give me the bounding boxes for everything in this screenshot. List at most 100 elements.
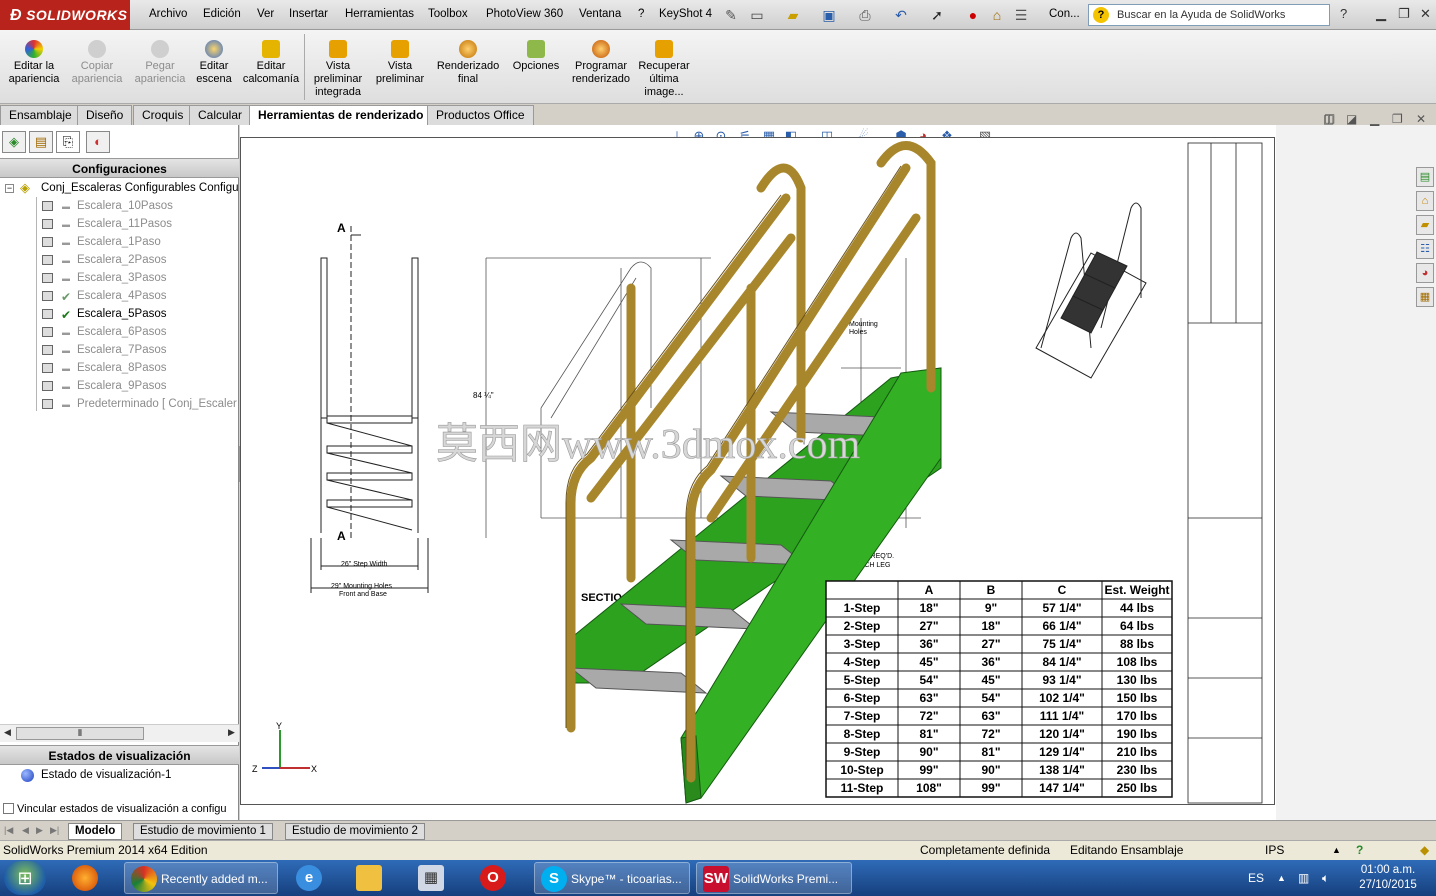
help-status-icon[interactable]: ? (1356, 841, 1363, 860)
minimize-icon[interactable]: ▁ (1376, 6, 1386, 22)
pin-icon[interactable]: ✎ (722, 6, 740, 24)
config-tree-root[interactable]: − ◈ Conj_Escaleras Configurables Configu (0, 179, 239, 197)
menu-insertar[interactable]: Insertar (289, 8, 328, 20)
menu-help[interactable]: ? (638, 8, 644, 20)
menu-herramientas[interactable]: Herramientas (345, 8, 414, 20)
print-icon[interactable]: ⎙ (856, 6, 874, 24)
select-arrow-icon[interactable]: ➚ (928, 6, 946, 24)
tab-diseno[interactable]: Diseño (77, 105, 133, 125)
start-button[interactable]: ⊞ (4, 861, 46, 895)
taskbar-solidworks[interactable]: SW SolidWorks Premi... (696, 862, 852, 894)
config-item[interactable]: ▬ Escalera_9Pasos (0, 377, 239, 395)
edit-appearance-button[interactable]: Editar la apariencia (6, 40, 62, 86)
taskbar-explorer[interactable] (350, 862, 398, 894)
configuration-manager-icon[interactable]: ⎘ (56, 131, 80, 153)
final-render-button[interactable]: Renderizado final (434, 40, 502, 86)
scroll-right-icon[interactable]: ▶ (228, 727, 235, 738)
config-item[interactable]: ▬ Predeterminado [ Conj_Escaler (0, 395, 239, 413)
restore-icon[interactable]: ❐ (1398, 6, 1410, 22)
menu-keyshot[interactable]: KeyShot 4 (659, 8, 712, 20)
options-icon[interactable]: ☰ (1012, 6, 1030, 24)
link-display-states-checkbox[interactable]: Vincular estados de visualización a conf… (0, 800, 239, 818)
save-icon[interactable]: ▣ (820, 6, 838, 24)
design-library-icon[interactable]: ▰ (1416, 215, 1434, 235)
schedule-render-button[interactable]: Programar renderizado (568, 40, 634, 86)
menu-toolbox[interactable]: Toolbox (428, 8, 468, 20)
rebuild-icon[interactable]: ● (964, 6, 982, 24)
integrated-preview-button[interactable]: Vista preliminar integrada (310, 40, 366, 99)
taskbar-ie[interactable]: e (290, 862, 338, 894)
edit-scene-button[interactable]: Editar escena (192, 40, 236, 86)
volume-icon[interactable]: 🔈︎ (1322, 860, 1329, 896)
config-item[interactable]: ✔ Escalera_4Pasos (0, 287, 239, 305)
preview-window-button[interactable]: Vista preliminar (372, 40, 428, 86)
undo-icon[interactable]: ↶ (892, 6, 910, 24)
close-icon[interactable]: ✕ (1420, 6, 1431, 22)
units-arrow-icon[interactable]: ▲ (1332, 841, 1341, 860)
new-document-icon[interactable]: ▭ (748, 6, 766, 24)
open-folder-icon[interactable]: ▰ (784, 6, 802, 24)
scroll-left-icon[interactable]: ◀ (4, 727, 11, 738)
file-explorer-icon[interactable]: ☷ (1416, 239, 1434, 259)
paste-appearance-button[interactable]: Pegar apariencia (133, 40, 187, 86)
config-item[interactable]: ▬ Escalera_10Pasos (0, 197, 239, 215)
help-search-input[interactable]: ? Buscar en la Ayuda de SolidWorks (1088, 4, 1330, 26)
collapse-icon[interactable]: − (5, 184, 14, 193)
next-tab-icon[interactable]: ▶ (36, 825, 43, 836)
feature-manager-icon[interactable]: ◈ (2, 131, 26, 153)
appearances-icon[interactable]: ◕ (1416, 263, 1434, 283)
render-options-button[interactable]: Opciones (508, 40, 564, 73)
config-dropdown[interactable]: Con... (1049, 8, 1080, 20)
tab-calcular[interactable]: Calcular (189, 105, 252, 125)
help-menu-icon[interactable]: ? (1340, 6, 1347, 21)
tab-croquis[interactable]: Croquis (133, 105, 193, 125)
tag-icon[interactable]: ◆ (1420, 841, 1429, 860)
menu-edicion[interactable]: Edición (203, 8, 241, 20)
menu-archivo[interactable]: Archivo (149, 8, 187, 20)
doc-close-icon[interactable]: ✕ (1416, 112, 1426, 126)
config-item[interactable]: ▬ Escalera_8Pasos (0, 359, 239, 377)
scroll-thumb[interactable]: ⦀ (16, 727, 144, 740)
config-item[interactable]: ▬ Escalera_3Pasos (0, 269, 239, 287)
system-clock[interactable]: 01:00 a.m. 27/10/2015 (1346, 863, 1430, 893)
edit-decal-button[interactable]: Editar calcomanía (240, 40, 302, 86)
checkbox[interactable] (3, 803, 14, 814)
taskbar-chrome[interactable]: Recently added m... (124, 862, 278, 894)
tab-modelo[interactable]: Modelo (68, 823, 123, 840)
tab-herramientas-renderizado[interactable]: Herramientas de renderizado (249, 105, 433, 126)
show-hidden-icons-icon[interactable]: ▲ (1277, 860, 1286, 896)
prev-tab-icon[interactable]: ◀ (22, 825, 29, 836)
display-state-item[interactable]: Estado de visualización-1 (0, 765, 239, 785)
taskbar-skype[interactable]: S Skype™ - ticoarias... (534, 862, 690, 894)
graphics-area[interactable]: ⤓ ⊕ ⊙ ⚟ ▦ ◧ ◫ ☄ ⬢ ◕ ❖ ▧ A A 26" Step Wid… (240, 111, 1436, 820)
config-item[interactable]: ▬ Escalera_11Pasos (0, 215, 239, 233)
language-indicator[interactable]: ES (1248, 860, 1264, 896)
resources-icon[interactable]: ▤ (1416, 167, 1434, 187)
config-item[interactable]: ▬ Escalera_2Pasos (0, 251, 239, 269)
config-item[interactable]: ▬ Escalera_7Pasos (0, 341, 239, 359)
doc-restore-icon[interactable]: ❐ (1392, 112, 1403, 126)
taskbar-calculator[interactable]: ▦ (412, 862, 460, 894)
config-item[interactable]: ✔ Escalera_5Pasos (0, 305, 239, 323)
doc-minimize-icon[interactable]: ▁ (1370, 112, 1379, 126)
network-icon[interactable]: ▥ (1298, 860, 1309, 896)
property-manager-icon[interactable]: ▤ (29, 131, 53, 153)
first-tab-icon[interactable]: |◀ (4, 825, 13, 836)
config-item[interactable]: ▬ Escalera_1Paso (0, 233, 239, 251)
menu-ver[interactable]: Ver (257, 8, 274, 20)
file-properties-icon[interactable]: ⌂ (988, 6, 1006, 24)
doc-window-cascade-icon[interactable]: ◪ (1346, 112, 1357, 126)
tab-ensamblaje[interactable]: Ensamblaje (0, 105, 81, 125)
tab-motion-study-2[interactable]: Estudio de movimiento 2 (285, 823, 425, 840)
config-item[interactable]: ▬ Escalera_6Pasos (0, 323, 239, 341)
solidworks-logo[interactable]: Ɖ SOLIDWORKS (0, 0, 130, 30)
taskbar-firefox[interactable] (66, 862, 112, 894)
horizontal-scrollbar[interactable]: ◀ ⦀ ▶ (0, 724, 239, 742)
recover-last-image-button[interactable]: Recuperar última image... (638, 40, 690, 99)
last-tab-icon[interactable]: ▶| (50, 825, 59, 836)
status-units[interactable]: IPS (1265, 841, 1284, 860)
tab-productos-office[interactable]: Productos Office (427, 105, 534, 125)
tab-motion-study-1[interactable]: Estudio de movimiento 1 (133, 823, 273, 840)
display-manager-icon[interactable]: ◐ (86, 131, 110, 153)
doc-window-tile-icon[interactable]: ◫ (1323, 112, 1334, 126)
